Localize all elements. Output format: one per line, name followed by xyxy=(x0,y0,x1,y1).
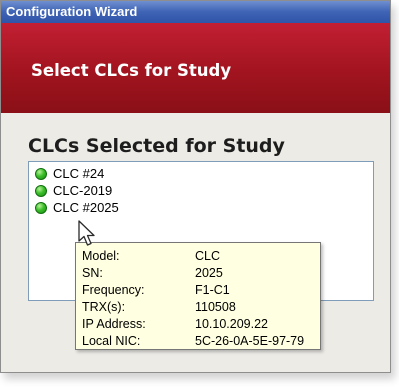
tooltip-row: IP Address: 10.10.209.22 xyxy=(82,316,318,333)
wizard-step-title: Select CLCs for Study xyxy=(31,61,232,80)
configuration-wizard-window: Configuration Wizard Select CLCs for Stu… xyxy=(0,0,391,373)
tooltip-label: TRX(s): xyxy=(82,300,126,314)
tooltip-label: Frequency: xyxy=(82,283,145,297)
tooltip-value: F1-C1 xyxy=(195,283,230,297)
tooltip-label: Local NIC: xyxy=(82,334,141,348)
arrow-cursor-icon xyxy=(78,220,95,246)
tooltip-value: 2025 xyxy=(195,266,223,280)
list-item-label: CLC #2025 xyxy=(53,200,119,215)
wizard-header-band: Select CLCs for Study xyxy=(1,23,390,113)
tooltip-value: 110508 xyxy=(195,300,236,314)
tooltip-label: SN: xyxy=(82,266,103,280)
tooltip-value: CLC xyxy=(195,249,221,263)
online-status-icon xyxy=(35,184,47,197)
list-item[interactable]: CLC #2025 xyxy=(35,199,119,216)
clc-details-tooltip: Model: CLC SN: 2025 Frequency: F1-C1 TRX… xyxy=(75,242,321,350)
online-status-icon xyxy=(35,167,47,180)
section-title: CLCs Selected for Study xyxy=(28,135,285,157)
list-item[interactable]: CLC-2019 xyxy=(35,182,112,199)
tooltip-label: Model: xyxy=(82,249,120,263)
tooltip-row: Frequency: F1-C1 xyxy=(82,282,318,299)
list-item-label: CLC-2019 xyxy=(53,183,113,198)
list-item-label: CLC #24 xyxy=(53,166,105,181)
tooltip-row: SN: 2025 xyxy=(82,265,318,282)
tooltip-value: 5C-26-0A-5E-97-79 xyxy=(195,334,305,348)
tooltip-label: IP Address: xyxy=(82,317,146,331)
tooltip-value: 10.10.209.22 xyxy=(195,317,268,331)
list-item[interactable]: CLC #24 xyxy=(35,165,104,182)
tooltip-row: Local NIC: 5C-26-0A-5E-97-79 xyxy=(82,333,318,350)
window-title: Configuration Wizard xyxy=(1,1,390,23)
online-status-icon xyxy=(35,201,47,214)
tooltip-row: TRX(s): 110508 xyxy=(82,299,318,316)
tooltip-row: Model: CLC xyxy=(82,248,318,265)
